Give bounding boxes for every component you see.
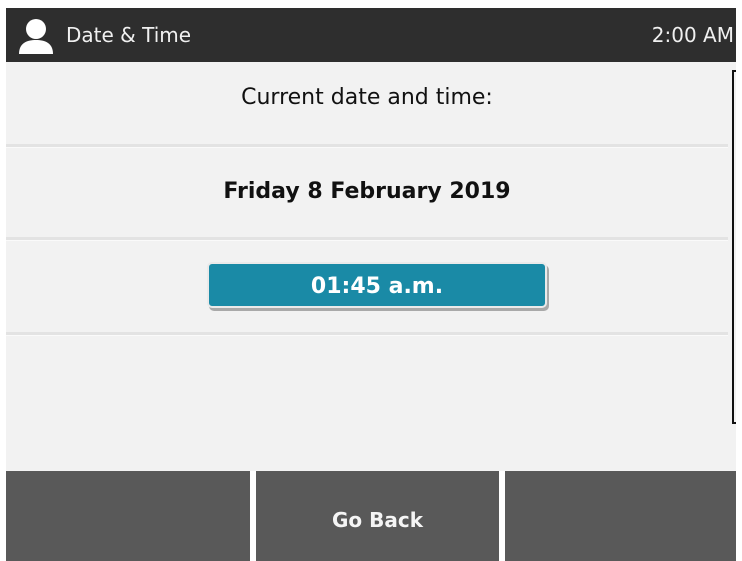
divider [6,332,728,336]
current-date: Friday 8 February 2019 [223,179,511,204]
scrollbar[interactable] [732,70,736,424]
softkey-3[interactable] [505,471,736,561]
divider [6,237,728,241]
user-icon [19,19,53,54]
softkey-bar: Go Back [6,471,736,561]
date-time-panel: Current date and time: Friday 8 February… [6,62,736,471]
device-screen: Date & Time 2:00 AM Current date and tim… [6,8,736,561]
time-button[interactable]: 01:45 a.m. [207,262,547,308]
softkey-1[interactable] [6,471,250,561]
divider [6,144,728,148]
current-date-time-label: Current date and time: [241,85,493,110]
screen-title: Date & Time [66,23,192,47]
go-back-button[interactable]: Go Back [256,471,499,561]
status-bar: Date & Time 2:00 AM [6,8,736,62]
status-clock: 2:00 AM [651,23,734,47]
